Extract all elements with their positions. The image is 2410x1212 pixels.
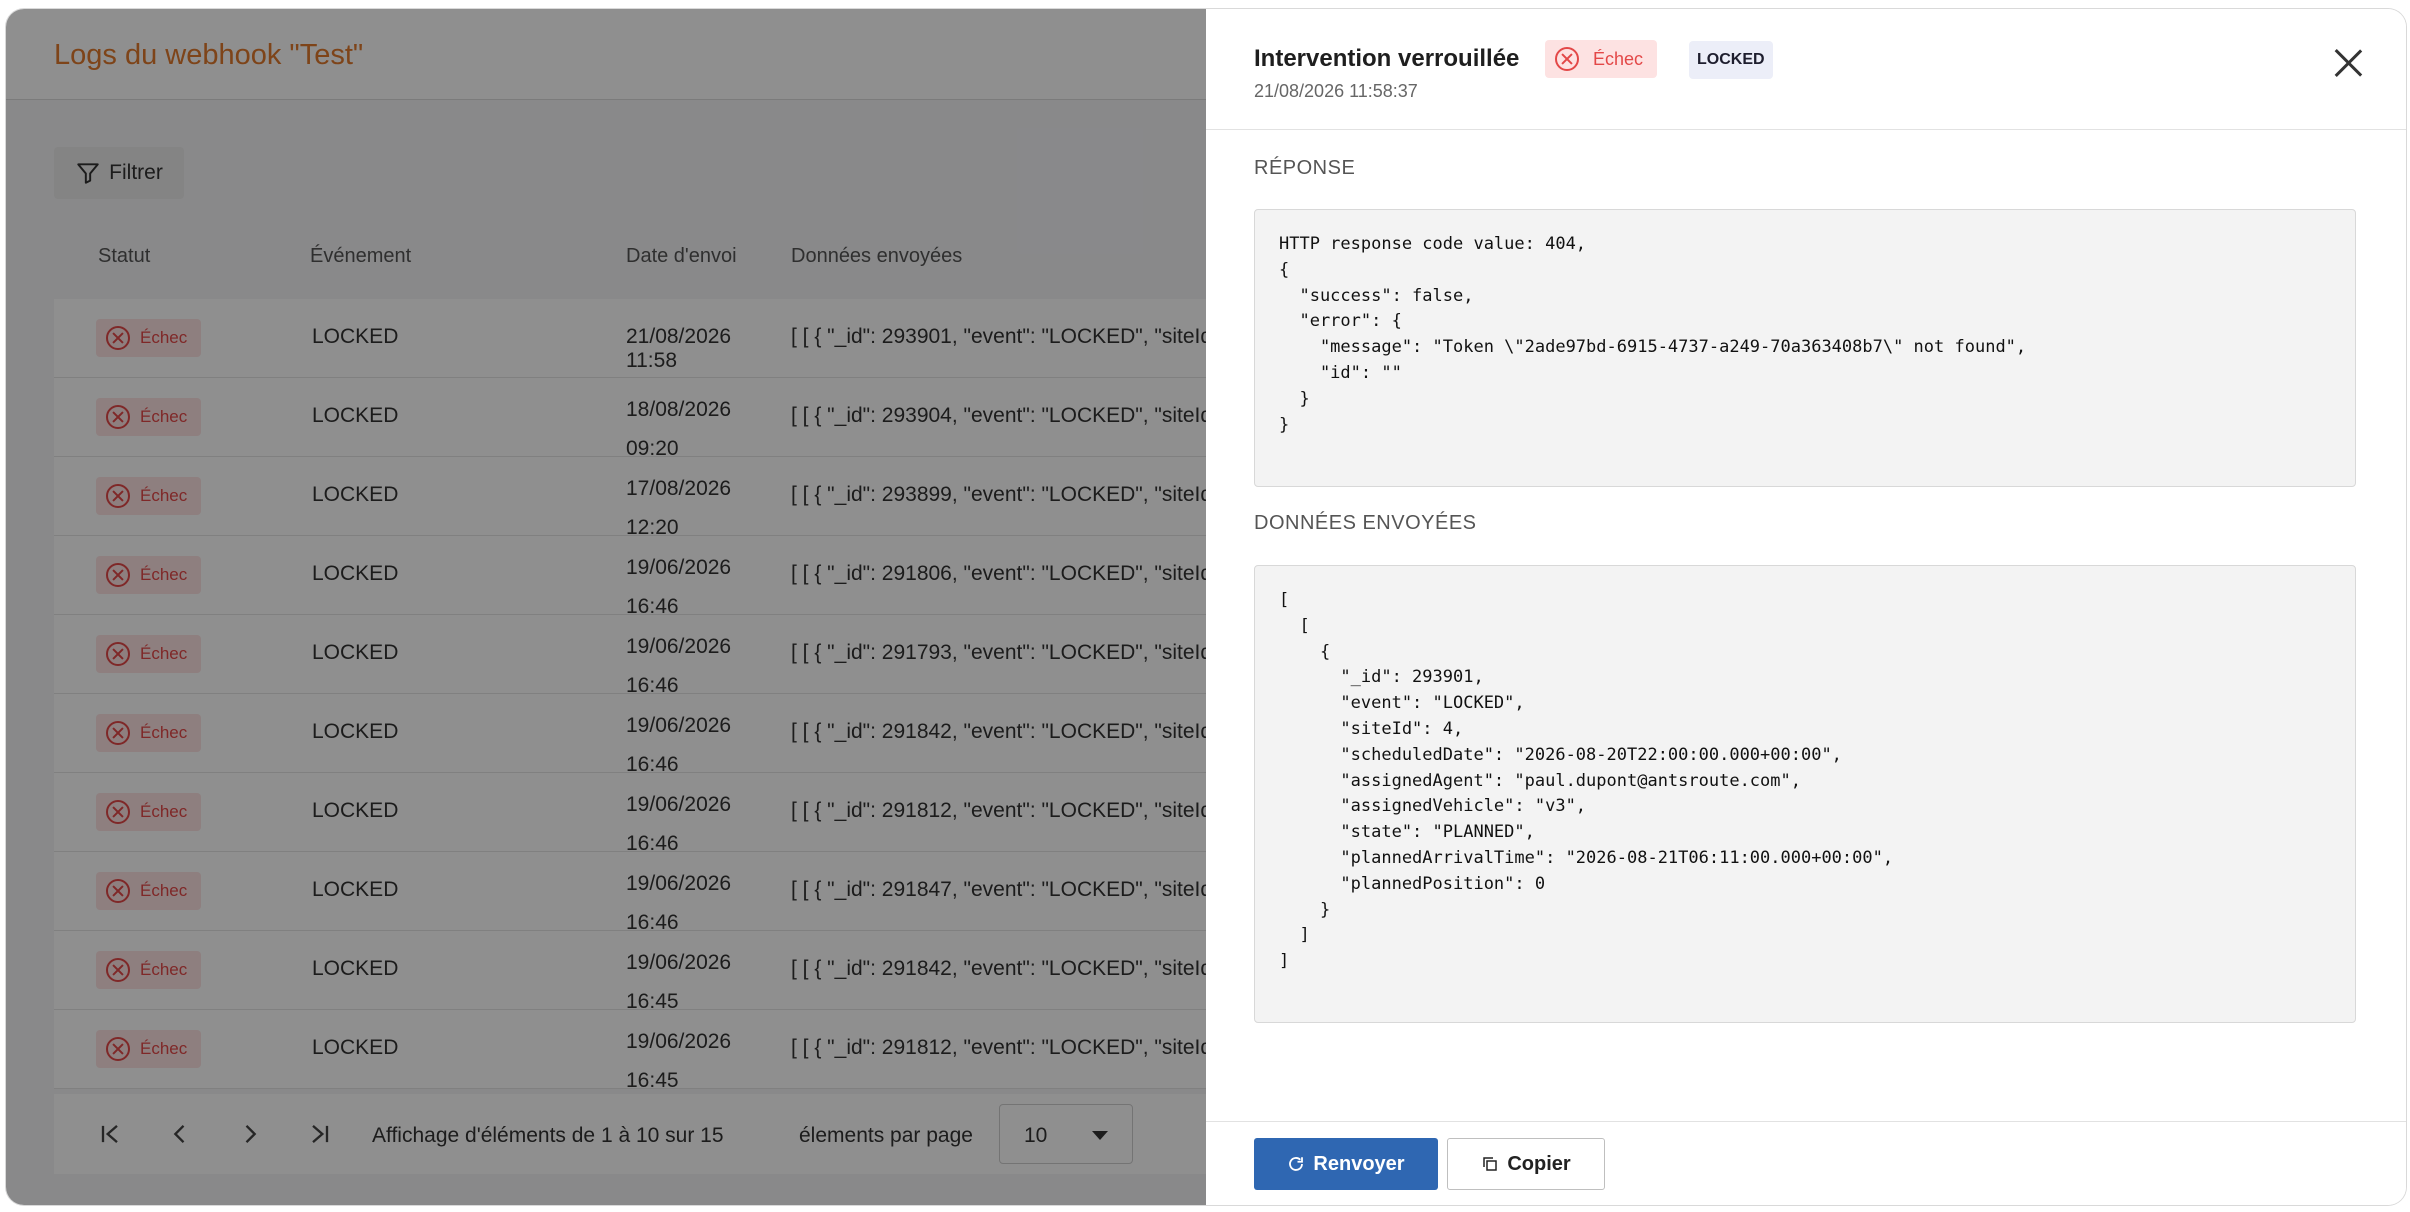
x-circle-icon	[1555, 47, 1579, 71]
drawer-date: 21/08/2026 11:58:37	[1254, 81, 1418, 101]
status-badge-label: Échec	[1593, 48, 1644, 69]
copy-button[interactable]: Copier	[1447, 1138, 1605, 1190]
resend-button-label: Renvoyer	[1313, 1152, 1405, 1175]
response-code-box: HTTP response code value: 404, { "succes…	[1254, 209, 2356, 487]
resend-button[interactable]: Renvoyer	[1254, 1138, 1438, 1190]
drawer-title: Intervention verrouillée	[1254, 45, 1520, 72]
log-detail-drawer: Intervention verrouillée Échec LOCKED 21…	[1206, 9, 2406, 1205]
response-section-label: RÉPONSE	[1254, 157, 1356, 179]
sent-data-section-label: DONNÉES ENVOYÉES	[1254, 512, 1477, 534]
sent-data-body: [ [ { "_id": 293901, "event": "LOCKED", …	[1279, 590, 1894, 972]
copy-button-label: Copier	[1507, 1152, 1571, 1175]
response-body: HTTP response code value: 404, { "succes…	[1279, 234, 2027, 435]
copy-icon	[1483, 1157, 1498, 1171]
event-tag: LOCKED	[1689, 41, 1773, 79]
drawer-header: Intervention verrouillée Échec LOCKED 21…	[1206, 9, 2406, 130]
sent-data-code-box: [ [ { "_id": 293901, "event": "LOCKED", …	[1254, 565, 2356, 1023]
drawer-footer: Renvoyer Copier	[1206, 1121, 2406, 1205]
close-icon[interactable]	[2330, 45, 2366, 81]
refresh-icon	[1289, 1157, 1304, 1171]
modal-backdrop[interactable]	[6, 9, 1206, 1205]
status-badge: Échec	[1545, 40, 1658, 78]
app-window: Logs du webhook "Test" Filtrer Statut Év…	[6, 9, 2406, 1205]
